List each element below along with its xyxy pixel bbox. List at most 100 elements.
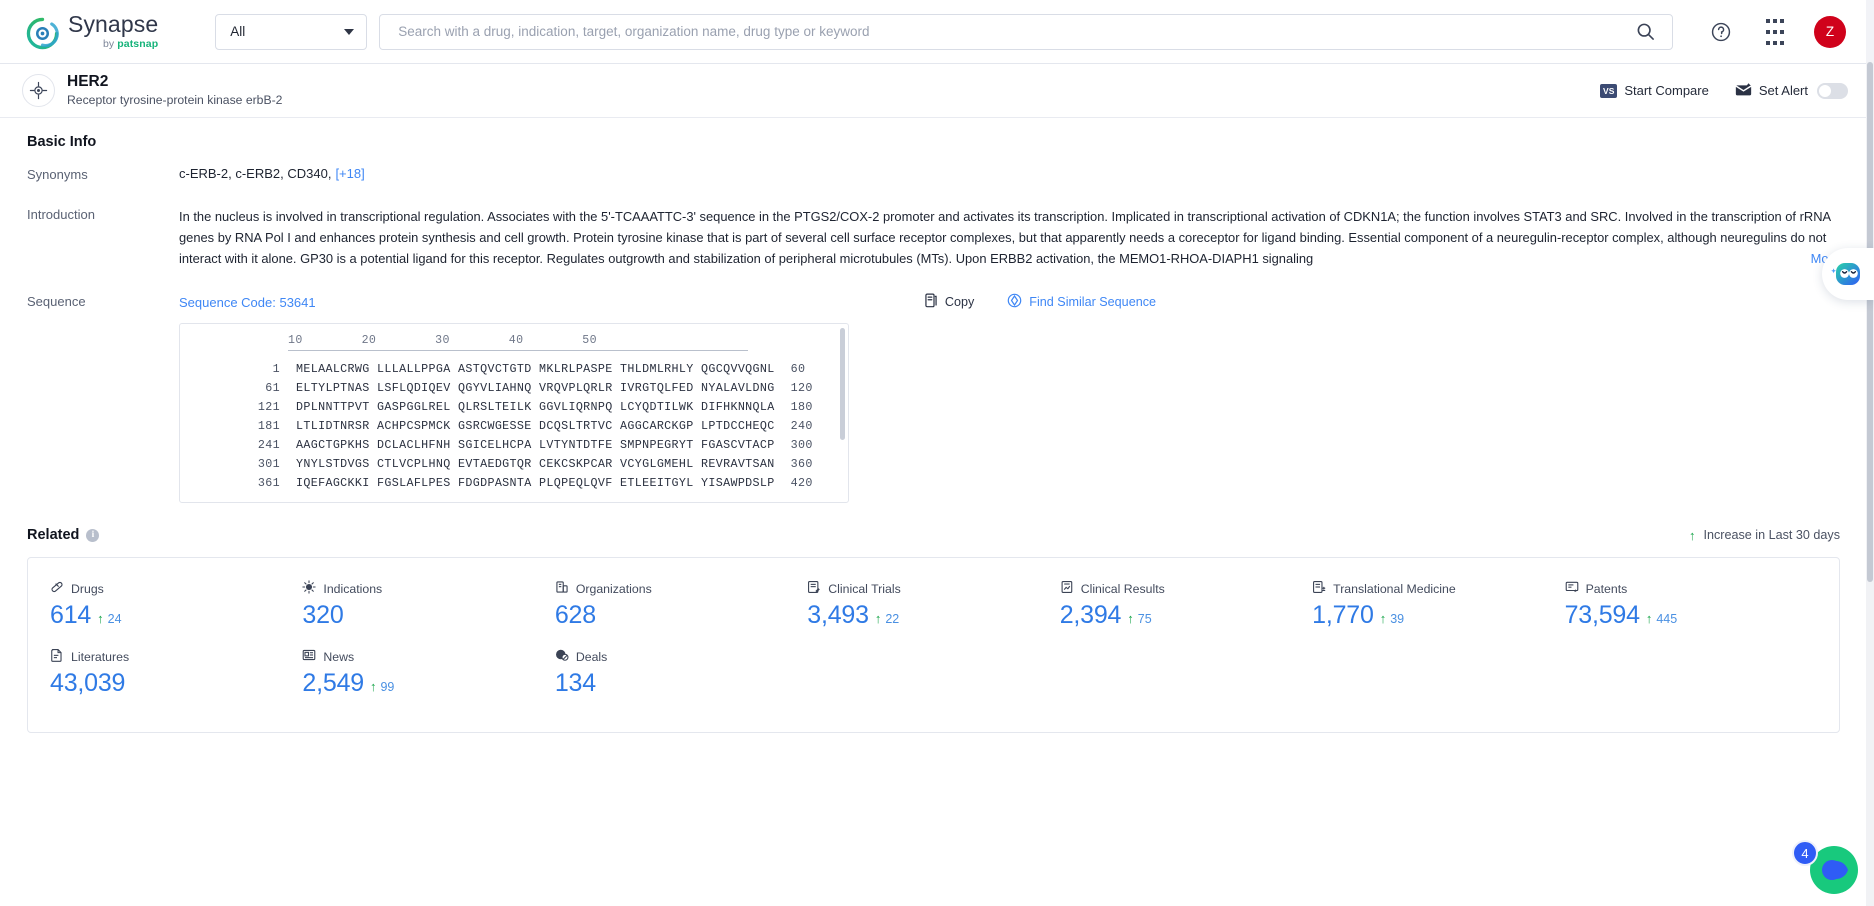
sequence-rows: 1 MELAALCRWG LLLALLPPGA ASTQVCTGTD MKLRLP… [180,360,848,493]
sequence-start-index: 121 [257,400,280,414]
stat-number[interactable]: 3,493 [807,601,869,630]
sequence-end-index: 300 [790,438,813,452]
sequence-ruler-line [288,350,748,351]
arrow-up-icon: ↑ [97,611,104,626]
stat-cell[interactable]: Literatures 43,039 [50,648,302,698]
stat-number[interactable]: 2,549 [302,669,364,698]
stat-cell[interactable]: Clinical Trials 3,493 ↑ 22 [807,580,1059,630]
stat-number[interactable]: 614 [50,601,91,630]
stat-cell[interactable]: Clinical Results 2,394 ↑ 75 [1060,580,1312,630]
stat-label: Clinical Results [1080,581,1165,596]
set-alert-control[interactable]: Set Alert [1735,82,1848,100]
clinical-result-icon [1060,580,1074,597]
stat-number[interactable]: 628 [555,601,596,630]
find-similar-sequence-button[interactable]: Find Similar Sequence [1007,293,1156,311]
global-search-bar[interactable] [379,13,1673,50]
search-icon[interactable] [1630,17,1660,47]
stat-cell[interactable]: Deals 134 [555,648,807,698]
stat-cell[interactable]: News 2,549 ↑ 99 [302,648,554,698]
stat-cell[interactable]: Patents 73,594 ↑ 445 [1565,580,1817,630]
stat-cell[interactable]: Indications 320 [302,580,554,630]
stat-label: Translational Medicine [1333,581,1456,596]
entity-actions: VS Start Compare Set Alert [1600,82,1848,100]
sequence-line: 181 LTLIDTNRSR ACHPCSPMCK GSRCWGESSE DCQS… [180,417,848,436]
stat-number[interactable]: 134 [555,669,596,698]
sequence-end-index: 60 [790,362,806,376]
info-icon[interactable]: i [86,528,100,542]
arrow-up-icon: ↑ [1127,611,1134,626]
sequence-start-index: 61 [265,381,280,395]
start-compare-button[interactable]: VS Start Compare [1600,83,1709,98]
chat-unread-badge: 4 [1792,840,1818,866]
stat-label-row: Organizations [555,580,807,597]
page-scrollbar[interactable] [1866,62,1874,906]
stat-label-row: Drugs [50,580,302,597]
sequence-residues: ELTYLPTNAS LSFLQDIQEV QGYVLIAHNQ VRQVPLQ… [296,381,775,395]
sequence-end-index: 120 [790,381,813,395]
sequence-code-link[interactable]: Sequence Code: 53641 [179,295,316,310]
search-scope-value: All [230,24,246,39]
sequence-line: 61 ELTYLPTNAS LSFLQDIQEV QGYVLIAHNQ VRQVP… [180,379,848,398]
sequence-scrollbar[interactable] [840,328,845,440]
chat-bubble-icon[interactable]: 4 [1792,840,1860,896]
sequence-viewer[interactable]: 10 20 30 40 50 1 MELAALCRWG LLLALLPPGA AS… [179,323,849,503]
search-input[interactable] [396,23,1630,40]
increase-note: ↑ Increase in Last 30 days [1689,528,1840,542]
sequence-end-index: 360 [790,457,813,471]
arrow-up-icon: ↑ [1379,611,1387,626]
stat-cell[interactable]: Drugs 614 ↑ 24 [50,580,302,630]
synonyms-value: c-ERB-2, c-ERB2, CD340, [179,166,332,181]
stat-label-row: Deals [555,648,807,665]
stat-delta-number: 445 [1656,612,1678,626]
stat-value-row: 3,493 ↑ 22 [807,601,1059,630]
stat-number[interactable]: 43,039 [50,669,125,698]
related-heading: Related i [27,527,100,543]
sequence-residues: DPLNNTTPVT GASPGGLREL QLRSLTEILK GGVLIQR… [296,400,775,414]
sequence-line: 1 MELAALCRWG LLLALLPPGA ASTQVCTGTD MKLRLP… [180,360,848,379]
stat-cell[interactable]: Organizations 628 [555,580,807,630]
search-scope-select[interactable]: All [215,13,368,50]
app-root: Synapse by patsnap All Search with a dru… [0,0,1874,906]
introduction-text-block: In the nucleus is involved in transcript… [179,206,1840,269]
sequence-line: 301 YNYLSTDVGS CTLVCPLHNQ EVTAEDGTQR CEKC… [180,455,848,474]
find-similar-sequence-label: Find Similar Sequence [1029,295,1156,309]
stat-delta-number: 75 [1137,612,1152,626]
help-circle-icon[interactable] [1706,17,1736,47]
stat-delta: ↑ 99 [370,679,394,694]
related-heading-row: Related i ↑ Increase in Last 30 days [27,527,1840,543]
stat-value-row: 73,594 ↑ 445 [1565,601,1817,630]
stat-number[interactable]: 2,394 [1060,601,1122,630]
ai-assistant-icon[interactable] [1822,248,1874,300]
stat-label-row: Translational Medicine [1312,580,1564,597]
building-icon [555,580,569,597]
basic-info-heading: Basic Info [27,134,1840,150]
synonyms-more-link[interactable]: [+18] [335,166,364,181]
related-stats-card: Drugs 614 ↑ 24 Indications 320 Organizations 62… [27,557,1840,733]
copy-sequence-button[interactable]: Copy [924,293,974,311]
avatar[interactable]: Z [1814,15,1846,48]
set-alert-label: Set Alert [1758,83,1808,98]
sequence-residues: LTLIDTNRSR ACHPCSPMCK GSRCWGESSE DCQSLTR… [296,419,775,433]
stat-number[interactable]: 320 [302,601,343,630]
stat-label-row: Clinical Trials [807,580,1059,597]
translational-icon [1312,580,1326,597]
apps-grid-icon[interactable] [1760,17,1790,47]
stat-delta: ↑ 39 [1380,611,1404,626]
introduction-text: In the nucleus is involved in transcript… [179,209,1831,266]
synonyms-value-wrap: c-ERB-2, c-ERB2, CD340, [+18] [179,166,1840,181]
set-alert-toggle[interactable] [1817,82,1848,99]
stat-delta: ↑ 22 [875,611,899,626]
sequence-line: 361 IQEFAGCKKI FGSLAFLPES FDGDPASNTA PLQP… [180,474,848,493]
sequence-ruler: 10 20 30 40 50 [288,334,598,347]
stat-delta-number: 24 [107,612,122,626]
sequence-residues: IQEFAGCKKI FGSLAFLPES FDGDPASNTA PLQPEQL… [296,476,775,490]
brand-logo-area[interactable]: Synapse by patsnap [26,12,158,51]
stat-cell[interactable]: Translational Medicine 1,770 ↑ 39 [1312,580,1564,630]
stat-value-row: 43,039 [50,669,302,698]
copy-icon [924,293,938,311]
stat-number[interactable]: 73,594 [1565,601,1640,630]
stat-value-row: 1,770 ↑ 39 [1312,601,1564,630]
page-subtitle: Receptor tyrosine-protein kinase erbB-2 [67,92,283,107]
page-scrollbar-thumb[interactable] [1867,62,1873,582]
stat-number[interactable]: 1,770 [1312,601,1374,630]
